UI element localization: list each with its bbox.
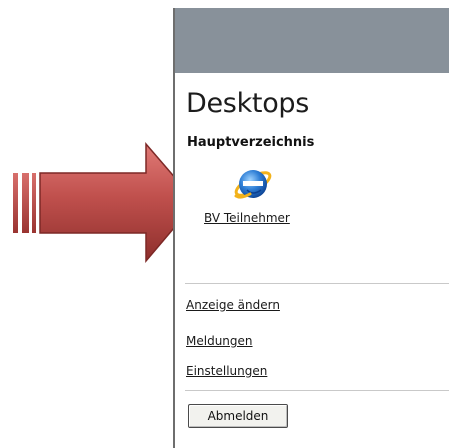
desktop-panel: Desktops Hauptverzeichnis BV Teilnehmer … <box>173 8 449 448</box>
divider <box>185 390 449 391</box>
desktop-item-bv-teilnehmer[interactable]: BV Teilnehmer <box>195 156 305 246</box>
logout-button[interactable]: Abmelden <box>188 404 288 428</box>
arrow-stripe <box>22 173 29 233</box>
red-arrow-icon <box>13 141 197 264</box>
arrow-stripe <box>13 173 18 233</box>
header-bar <box>175 8 449 73</box>
divider <box>185 283 449 284</box>
arrow-stripe <box>32 173 36 233</box>
messages-link[interactable]: Meldungen <box>186 334 253 348</box>
internet-explorer-icon[interactable] <box>233 163 273 203</box>
screenshot-stage: Desktops Hauptverzeichnis BV Teilnehmer … <box>0 0 449 448</box>
header-separator <box>175 73 449 81</box>
desktop-item-label[interactable]: BV Teilnehmer <box>204 211 290 225</box>
page-title: Desktops <box>186 88 310 119</box>
change-view-link[interactable]: Anzeige ändern <box>186 298 280 312</box>
section-heading: Hauptverzeichnis <box>187 135 315 150</box>
settings-link[interactable]: Einstellungen <box>186 364 267 378</box>
